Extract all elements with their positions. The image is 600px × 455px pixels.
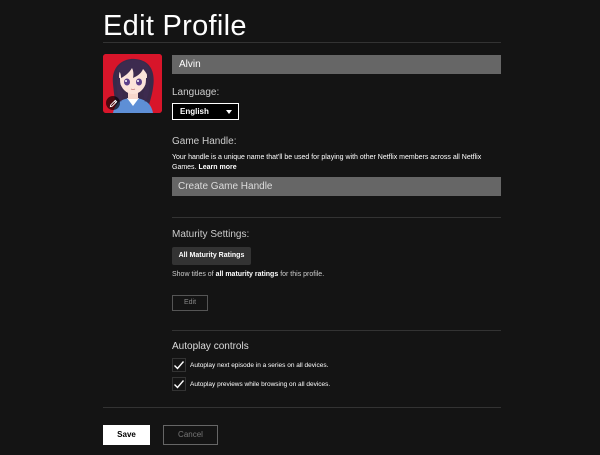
maturity-settings-label: Maturity Settings: — [172, 229, 250, 240]
cancel-button[interactable]: Cancel — [163, 425, 218, 445]
checkmark-icon — [174, 380, 185, 389]
game-handle-help-text: Your handle is a unique name that'll be … — [172, 153, 507, 173]
language-select[interactable]: English — [172, 103, 239, 120]
section-divider-2 — [172, 330, 501, 331]
maturity-desc-bold: all maturity ratings — [215, 271, 279, 278]
maturity-edit-button[interactable]: Edit — [172, 295, 208, 311]
pencil-icon — [109, 99, 117, 107]
autoplay-previews-label: Autoplay previews while browsing on all … — [190, 380, 331, 388]
autoplay-next-episode-row[interactable]: Autoplay next episode in a series on all… — [172, 358, 328, 372]
autoplay-previews-row[interactable]: Autoplay previews while browsing on all … — [172, 377, 330, 391]
edit-avatar-button[interactable] — [106, 96, 120, 110]
autoplay-next-episode-checkbox[interactable] — [172, 358, 186, 372]
edit-profile-page: Edit Profile Alvin Language: English Gam… — [0, 0, 600, 455]
maturity-rating-badge: All Maturity Ratings — [172, 247, 251, 265]
maturity-desc-prefix: Show titles of — [172, 271, 214, 278]
profile-avatar[interactable] — [103, 54, 162, 113]
profile-name-input[interactable] — [172, 55, 501, 74]
learn-more-link[interactable]: Learn more — [198, 164, 236, 171]
game-handle-input[interactable]: Create Game Handle — [172, 177, 501, 196]
section-divider-1 — [172, 217, 501, 218]
game-handle-label: Game Handle: — [172, 136, 237, 147]
checkmark-icon — [174, 361, 185, 370]
autoplay-controls-label: Autoplay controls — [172, 341, 249, 352]
language-label: Language: — [172, 87, 220, 98]
language-selected-value: English — [180, 107, 209, 116]
maturity-description: Show titles of all maturity ratings for … — [172, 271, 324, 278]
autoplay-previews-checkbox[interactable] — [172, 377, 186, 391]
title-divider — [103, 42, 501, 43]
autoplay-next-episode-label: Autoplay next episode in a series on all… — [190, 361, 329, 369]
page-title: Edit Profile — [103, 10, 247, 42]
footer-divider — [103, 407, 501, 408]
maturity-desc-suffix: for this profile. — [280, 271, 325, 278]
caret-down-icon — [226, 110, 232, 114]
save-button[interactable]: Save — [103, 425, 150, 445]
